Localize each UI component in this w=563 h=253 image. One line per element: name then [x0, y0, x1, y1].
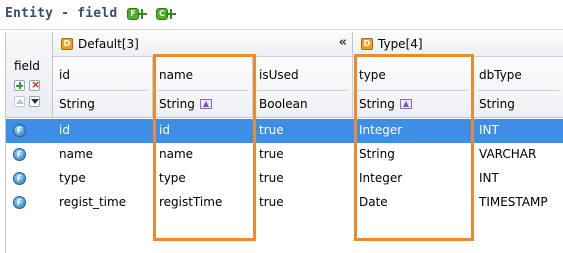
- field-grid: field D Default[3] « D Type[4] id String…: [5, 32, 563, 253]
- header-divider: [357, 90, 468, 91]
- column-header-dbtype[interactable]: dbType String: [473, 57, 563, 118]
- table-row[interactable]: F regist_time registTime true Date TIMES…: [6, 191, 563, 215]
- cell-isused[interactable]: true: [259, 123, 284, 137]
- expression-icon[interactable]: [199, 99, 212, 109]
- add-column-button[interactable]: C: [156, 7, 176, 22]
- column-name: dbType: [479, 68, 522, 82]
- column-type-text: String: [359, 97, 395, 111]
- column-name: id: [59, 68, 70, 82]
- header-divider: [57, 90, 148, 91]
- group-header-type[interactable]: D Type[4]: [353, 32, 563, 57]
- row-header-label: field: [14, 59, 40, 73]
- add-row-icon[interactable]: [14, 80, 25, 91]
- column-header-type[interactable]: type String: [353, 57, 473, 118]
- editor-title: Entity - field: [5, 6, 118, 21]
- header-divider: [157, 90, 248, 91]
- field-icon: F: [13, 172, 26, 185]
- header-divider: [477, 90, 559, 91]
- group-label: Type[4]: [378, 37, 423, 51]
- cell-field[interactable]: name: [59, 147, 93, 161]
- column-header-name[interactable]: name String: [153, 57, 253, 118]
- column-type: String: [59, 97, 95, 111]
- plus-icon: [166, 9, 176, 19]
- column-type: Boolean: [259, 97, 308, 111]
- plus-icon: [137, 9, 147, 19]
- column-name: isUsed: [259, 68, 299, 82]
- table-row[interactable]: F type type true Integer INT: [6, 167, 563, 191]
- add-field-button[interactable]: F: [127, 7, 147, 22]
- group-label: Default[3]: [78, 37, 139, 51]
- column-type: String: [479, 97, 515, 111]
- expression-icon[interactable]: [399, 99, 412, 109]
- cell-name[interactable]: name: [159, 147, 193, 161]
- move-up-icon[interactable]: [14, 96, 25, 107]
- collapse-left-icon[interactable]: «: [339, 35, 347, 50]
- column-name: name: [159, 68, 194, 82]
- field-icon: F: [13, 196, 26, 209]
- delete-row-icon[interactable]: [29, 78, 40, 91]
- cell-type[interactable]: String: [359, 147, 395, 161]
- table-row[interactable]: F name name true String VARCHAR: [6, 143, 563, 167]
- cell-name[interactable]: type: [159, 171, 186, 185]
- header-divider: [257, 90, 348, 91]
- cell-type[interactable]: Date: [359, 195, 388, 209]
- cell-field[interactable]: regist_time: [59, 195, 126, 209]
- table-row[interactable]: F id id true Integer INT: [6, 119, 563, 143]
- cell-isused[interactable]: true: [259, 171, 284, 185]
- column-header-isused[interactable]: isUsed Boolean: [253, 57, 353, 118]
- move-down-icon[interactable]: [29, 96, 40, 107]
- cell-dbtype[interactable]: INT: [479, 123, 499, 137]
- group-icon: D: [361, 38, 373, 50]
- group-header-default[interactable]: D Default[3] «: [53, 32, 353, 57]
- cell-dbtype[interactable]: VARCHAR: [479, 147, 536, 161]
- field-icon: F: [13, 124, 26, 137]
- cell-type[interactable]: Integer: [359, 171, 402, 185]
- title-bar: Entity - field F C: [0, 0, 563, 30]
- column-type-text: String: [159, 97, 195, 111]
- column-name: type: [359, 68, 386, 82]
- cell-type[interactable]: Integer: [359, 123, 402, 137]
- row-header-corner: field: [6, 32, 53, 118]
- cell-field[interactable]: id: [59, 123, 70, 137]
- cell-isused[interactable]: true: [259, 147, 284, 161]
- column-type: String: [359, 97, 412, 111]
- field-icon: F: [13, 148, 26, 161]
- cell-field[interactable]: type: [59, 171, 86, 185]
- cell-name[interactable]: id: [159, 123, 170, 137]
- cell-dbtype[interactable]: TIMESTAMP: [479, 195, 548, 209]
- group-icon: D: [61, 38, 73, 50]
- column-header-id[interactable]: id String: [53, 57, 153, 118]
- empty-grid-area: [6, 215, 563, 253]
- cell-name[interactable]: registTime: [159, 195, 222, 209]
- cell-isused[interactable]: true: [259, 195, 284, 209]
- cell-dbtype[interactable]: INT: [479, 171, 499, 185]
- column-type: String: [159, 97, 212, 111]
